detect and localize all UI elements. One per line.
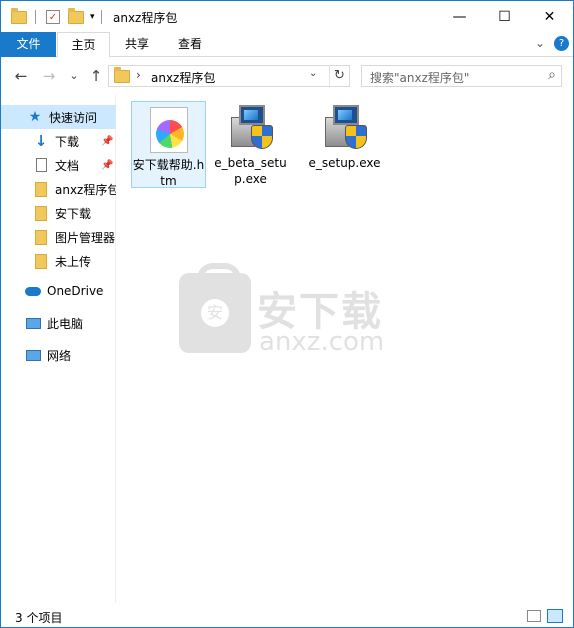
forward-button[interactable]: →: [39, 66, 59, 86]
sidebar-item-downloads[interactable]: ↓ 下载 📌: [1, 129, 116, 153]
sidebar-item-documents[interactable]: 文档 📌: [1, 153, 116, 177]
file-name: 安下载帮助.htm: [132, 158, 205, 188]
sidebar-item-label: 网络: [47, 348, 72, 363]
file-item[interactable]: e_beta_setup.exe: [213, 101, 288, 187]
up-button[interactable]: ↑: [86, 66, 106, 86]
maximize-button[interactable]: ☐: [482, 1, 527, 32]
address-row: ← → ⌄ ↑ › anxz程序包 ⌄ ↻ 搜索"anxz程序包" ⌕: [1, 58, 573, 94]
sidebar-item-label: 图片管理器: [55, 230, 116, 245]
help-icon[interactable]: ?: [554, 36, 569, 51]
sidebar-item-label: OneDrive: [47, 284, 104, 298]
sidebar-item-label: 安下载: [55, 206, 92, 221]
sidebar-item-quick-access[interactable]: ★ 快速访问: [1, 105, 116, 129]
toolbar-divider: [100, 10, 102, 24]
sidebar-item-label: 快速访问: [49, 110, 98, 125]
customize-toolbar-icon[interactable]: ▾: [90, 12, 95, 22]
title-bar: ✓ ▾ anxz程序包 — ☐ ✕: [1, 1, 573, 32]
sidebar-item-label: 未上传: [55, 254, 92, 269]
recent-locations-button[interactable]: ⌄: [64, 66, 84, 86]
new-folder-icon[interactable]: [68, 7, 84, 24]
search-placeholder: 搜索"anxz程序包": [370, 71, 470, 85]
folder-icon: [33, 253, 49, 269]
folder-icon: [11, 7, 27, 24]
sidebar-item-not-uploaded[interactable]: 未上传: [1, 249, 116, 273]
watermark-logo-icon: [179, 263, 251, 353]
tab-home[interactable]: 主页: [57, 32, 110, 58]
sidebar-item-image-manager[interactable]: 图片管理器: [1, 225, 116, 249]
address-path[interactable]: anxz程序包: [151, 69, 215, 86]
sidebar-item-label: 文档: [55, 158, 80, 173]
refresh-button[interactable]: ↻: [329, 66, 349, 86]
toolbar-divider: [35, 10, 36, 24]
folder-icon: [33, 229, 49, 245]
explorer-window: ✓ ▾ anxz程序包 — ☐ ✕ 文件 主页 共享 查看 ⌄ ? ← → ⌄ …: [0, 0, 574, 628]
navigation-pane: ★ 快速访问 ↓ 下载 📌 文档 📌 anxz程序包 安下载 图片管理器 未上传: [1, 95, 116, 603]
file-name: e_beta_setup.exe: [214, 156, 287, 186]
minimize-button[interactable]: —: [437, 1, 482, 32]
address-bar[interactable]: › anxz程序包 ⌄ ↻: [108, 65, 350, 87]
file-item[interactable]: e_setup.exe: [307, 101, 382, 171]
search-icon[interactable]: ⌕: [548, 67, 556, 83]
quick-access-toolbar: ✓ ▾: [11, 7, 102, 27]
sidebar-item-label: 此电脑: [47, 316, 84, 331]
address-dropdown-icon[interactable]: ⌄: [309, 68, 317, 79]
tab-view[interactable]: 查看: [164, 32, 216, 57]
sidebar-item-onedrive[interactable]: OneDrive: [1, 279, 116, 303]
sidebar-item-anxz[interactable]: anxz程序包: [1, 177, 116, 201]
sidebar-item-this-pc[interactable]: 此电脑: [1, 311, 116, 335]
file-name: e_setup.exe: [308, 156, 381, 170]
details-view-icon[interactable]: [527, 610, 541, 622]
item-count: 3 个项目: [15, 611, 63, 625]
installer-icon: [229, 103, 273, 151]
cloud-icon: [25, 283, 41, 299]
search-input[interactable]: 搜索"anxz程序包" ⌕: [361, 65, 562, 87]
tab-file[interactable]: 文件: [1, 32, 56, 57]
close-button[interactable]: ✕: [527, 1, 572, 32]
computer-icon: [25, 315, 41, 331]
folder-icon: [33, 205, 49, 221]
sidebar-item-anxiazai[interactable]: 安下载: [1, 201, 116, 225]
sidebar-item-network[interactable]: 网络: [1, 343, 116, 367]
document-icon: [33, 157, 49, 173]
folder-icon: [114, 67, 130, 83]
folder-icon: [33, 181, 49, 197]
large-icons-view-icon[interactable]: [547, 609, 563, 623]
file-item[interactable]: 安下载帮助.htm: [131, 101, 206, 188]
ribbon: 文件 主页 共享 查看 ⌄ ?: [1, 32, 573, 58]
pin-icon: 📌: [101, 159, 114, 171]
sidebar-item-label: 下载: [55, 134, 80, 149]
back-button[interactable]: ←: [11, 66, 31, 86]
pin-icon: 📌: [101, 135, 114, 147]
htm-file-icon: [149, 107, 188, 153]
status-bar: 3 个项目: [1, 604, 573, 628]
window-title: anxz程序包: [113, 11, 178, 25]
watermark-domain: anxz.com: [259, 327, 385, 357]
sidebar-item-label: anxz程序包: [55, 182, 116, 197]
installer-icon: [323, 103, 367, 151]
expand-ribbon-icon[interactable]: ⌄: [535, 36, 545, 50]
watermark: 安下载 anxz.com: [179, 263, 399, 363]
star-icon: ★: [28, 109, 42, 125]
download-icon: ↓: [34, 132, 48, 150]
chevron-right-icon[interactable]: ›: [136, 68, 141, 82]
properties-icon[interactable]: ✓: [46, 10, 60, 24]
tab-share[interactable]: 共享: [111, 32, 163, 57]
network-icon: [25, 347, 41, 363]
